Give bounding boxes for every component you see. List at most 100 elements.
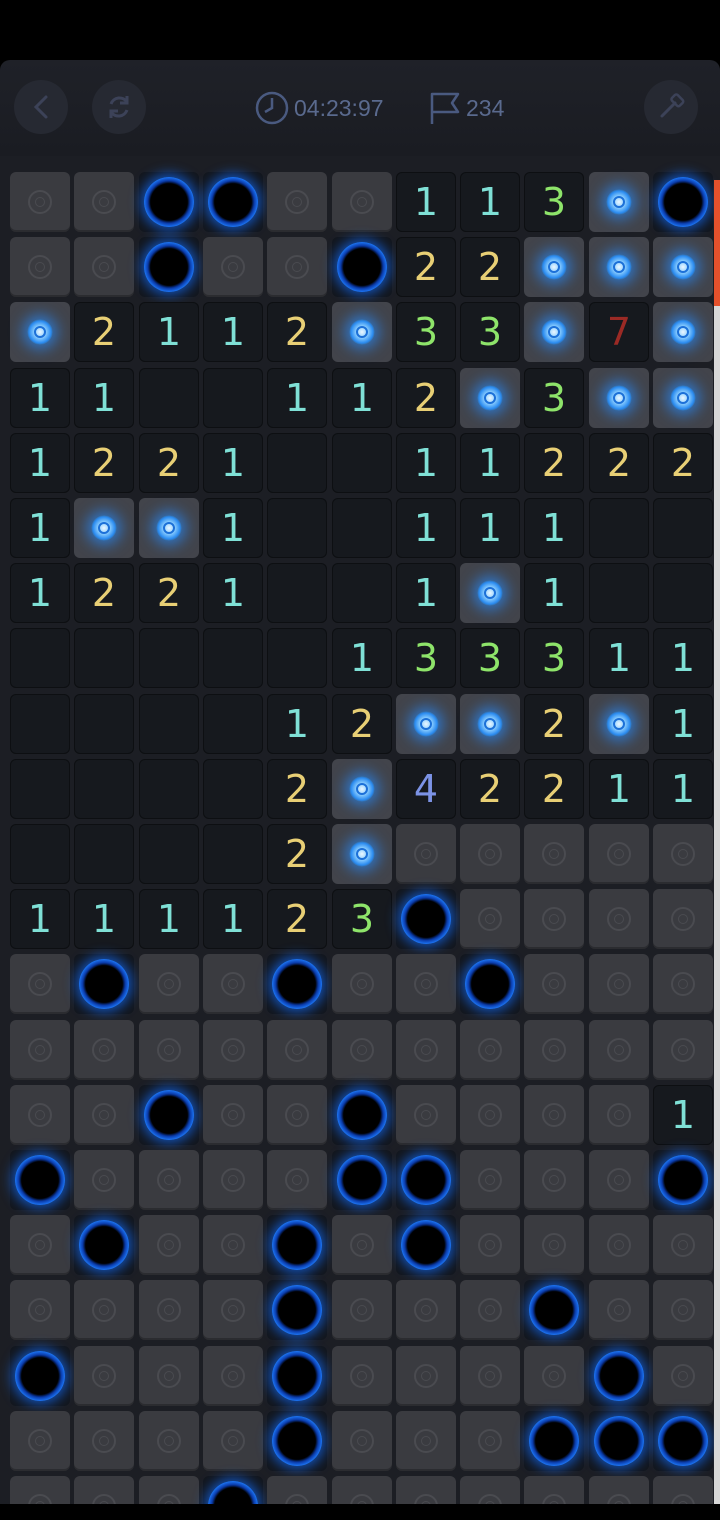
number-cell[interactable]: 1 xyxy=(332,368,392,428)
hidden-cell[interactable] xyxy=(10,237,70,297)
number-cell[interactable]: 1 xyxy=(396,433,456,493)
number-cell[interactable]: 1 xyxy=(396,172,456,232)
hidden-cell[interactable] xyxy=(332,1215,392,1275)
hidden-cell[interactable] xyxy=(460,1280,520,1340)
hidden-cell[interactable] xyxy=(203,1150,263,1210)
number-cell[interactable]: 1 xyxy=(589,759,649,819)
hidden-cell[interactable] xyxy=(653,824,713,884)
hidden-cell[interactable] xyxy=(332,1280,392,1340)
empty-cell[interactable] xyxy=(203,759,263,819)
number-cell[interactable]: 2 xyxy=(74,433,134,493)
empty-cell[interactable] xyxy=(203,368,263,428)
flagged-cell[interactable] xyxy=(524,302,584,362)
mine-cell[interactable] xyxy=(653,1411,713,1471)
hidden-cell[interactable] xyxy=(10,1411,70,1471)
hidden-cell[interactable] xyxy=(10,1020,70,1080)
hidden-cell[interactable] xyxy=(653,1215,713,1275)
empty-cell[interactable] xyxy=(589,563,649,623)
empty-cell[interactable] xyxy=(332,433,392,493)
number-cell[interactable]: 1 xyxy=(460,498,520,558)
mine-cell[interactable] xyxy=(589,1411,649,1471)
empty-cell[interactable] xyxy=(332,563,392,623)
mine-cell[interactable] xyxy=(524,1411,584,1471)
number-cell[interactable]: 1 xyxy=(203,889,263,949)
number-cell[interactable]: 1 xyxy=(332,628,392,688)
hidden-cell[interactable] xyxy=(203,1280,263,1340)
hidden-cell[interactable] xyxy=(524,1150,584,1210)
hidden-cell[interactable] xyxy=(524,1476,584,1504)
hidden-cell[interactable] xyxy=(460,889,520,949)
number-cell[interactable]: 1 xyxy=(203,498,263,558)
number-cell[interactable]: 3 xyxy=(524,368,584,428)
hidden-cell[interactable] xyxy=(74,1280,134,1340)
number-cell[interactable]: 2 xyxy=(524,433,584,493)
number-cell[interactable]: 1 xyxy=(653,759,713,819)
hidden-cell[interactable] xyxy=(332,954,392,1014)
flagged-cell[interactable] xyxy=(332,824,392,884)
number-cell[interactable]: 2 xyxy=(396,237,456,297)
flagged-cell[interactable] xyxy=(10,302,70,362)
number-cell[interactable]: 3 xyxy=(396,302,456,362)
scrollbar-thumb[interactable] xyxy=(714,180,720,306)
mine-cell[interactable] xyxy=(460,954,520,1014)
empty-cell[interactable] xyxy=(267,433,327,493)
number-cell[interactable]: 1 xyxy=(460,433,520,493)
hidden-cell[interactable] xyxy=(203,1215,263,1275)
hidden-cell[interactable] xyxy=(74,1346,134,1406)
number-cell[interactable]: 4 xyxy=(396,759,456,819)
number-cell[interactable]: 1 xyxy=(10,889,70,949)
flagged-cell[interactable] xyxy=(589,368,649,428)
hidden-cell[interactable] xyxy=(460,1085,520,1145)
hammer-tool-button[interactable] xyxy=(644,80,698,134)
hidden-cell[interactable] xyxy=(589,1476,649,1504)
empty-cell[interactable] xyxy=(139,368,199,428)
empty-cell[interactable] xyxy=(139,824,199,884)
hidden-cell[interactable] xyxy=(396,1411,456,1471)
hidden-cell[interactable] xyxy=(460,1020,520,1080)
hidden-cell[interactable] xyxy=(139,1476,199,1504)
hidden-cell[interactable] xyxy=(396,1020,456,1080)
hidden-cell[interactable] xyxy=(267,1020,327,1080)
empty-cell[interactable] xyxy=(139,694,199,754)
empty-cell[interactable] xyxy=(74,759,134,819)
flagged-cell[interactable] xyxy=(524,237,584,297)
mine-cell[interactable] xyxy=(10,1150,70,1210)
empty-cell[interactable] xyxy=(653,498,713,558)
number-cell[interactable]: 1 xyxy=(589,628,649,688)
hidden-cell[interactable] xyxy=(653,1346,713,1406)
hidden-cell[interactable] xyxy=(396,1476,456,1504)
number-cell[interactable]: 1 xyxy=(203,302,263,362)
hidden-cell[interactable] xyxy=(10,954,70,1014)
empty-cell[interactable] xyxy=(203,694,263,754)
empty-cell[interactable] xyxy=(74,824,134,884)
number-cell[interactable]: 1 xyxy=(139,302,199,362)
flagged-cell[interactable] xyxy=(139,498,199,558)
flagged-cell[interactable] xyxy=(396,694,456,754)
number-cell[interactable]: 1 xyxy=(653,694,713,754)
mine-cell[interactable] xyxy=(267,1280,327,1340)
number-cell[interactable]: 7 xyxy=(589,302,649,362)
hidden-cell[interactable] xyxy=(524,889,584,949)
empty-cell[interactable] xyxy=(139,759,199,819)
empty-cell[interactable] xyxy=(267,628,327,688)
number-cell[interactable]: 3 xyxy=(460,628,520,688)
number-cell[interactable]: 1 xyxy=(653,1085,713,1145)
number-cell[interactable]: 2 xyxy=(74,563,134,623)
hidden-cell[interactable] xyxy=(653,954,713,1014)
hidden-cell[interactable] xyxy=(139,1411,199,1471)
empty-cell[interactable] xyxy=(653,563,713,623)
number-cell[interactable]: 3 xyxy=(396,628,456,688)
mine-cell[interactable] xyxy=(332,1085,392,1145)
mine-cell[interactable] xyxy=(267,954,327,1014)
number-cell[interactable]: 3 xyxy=(524,172,584,232)
hidden-cell[interactable] xyxy=(10,1280,70,1340)
number-cell[interactable]: 1 xyxy=(10,563,70,623)
hidden-cell[interactable] xyxy=(74,1020,134,1080)
hidden-cell[interactable] xyxy=(589,1085,649,1145)
number-cell[interactable]: 2 xyxy=(267,302,327,362)
empty-cell[interactable] xyxy=(332,498,392,558)
flagged-cell[interactable] xyxy=(332,759,392,819)
number-cell[interactable]: 1 xyxy=(139,889,199,949)
number-cell[interactable]: 2 xyxy=(460,759,520,819)
mine-cell[interactable] xyxy=(139,237,199,297)
